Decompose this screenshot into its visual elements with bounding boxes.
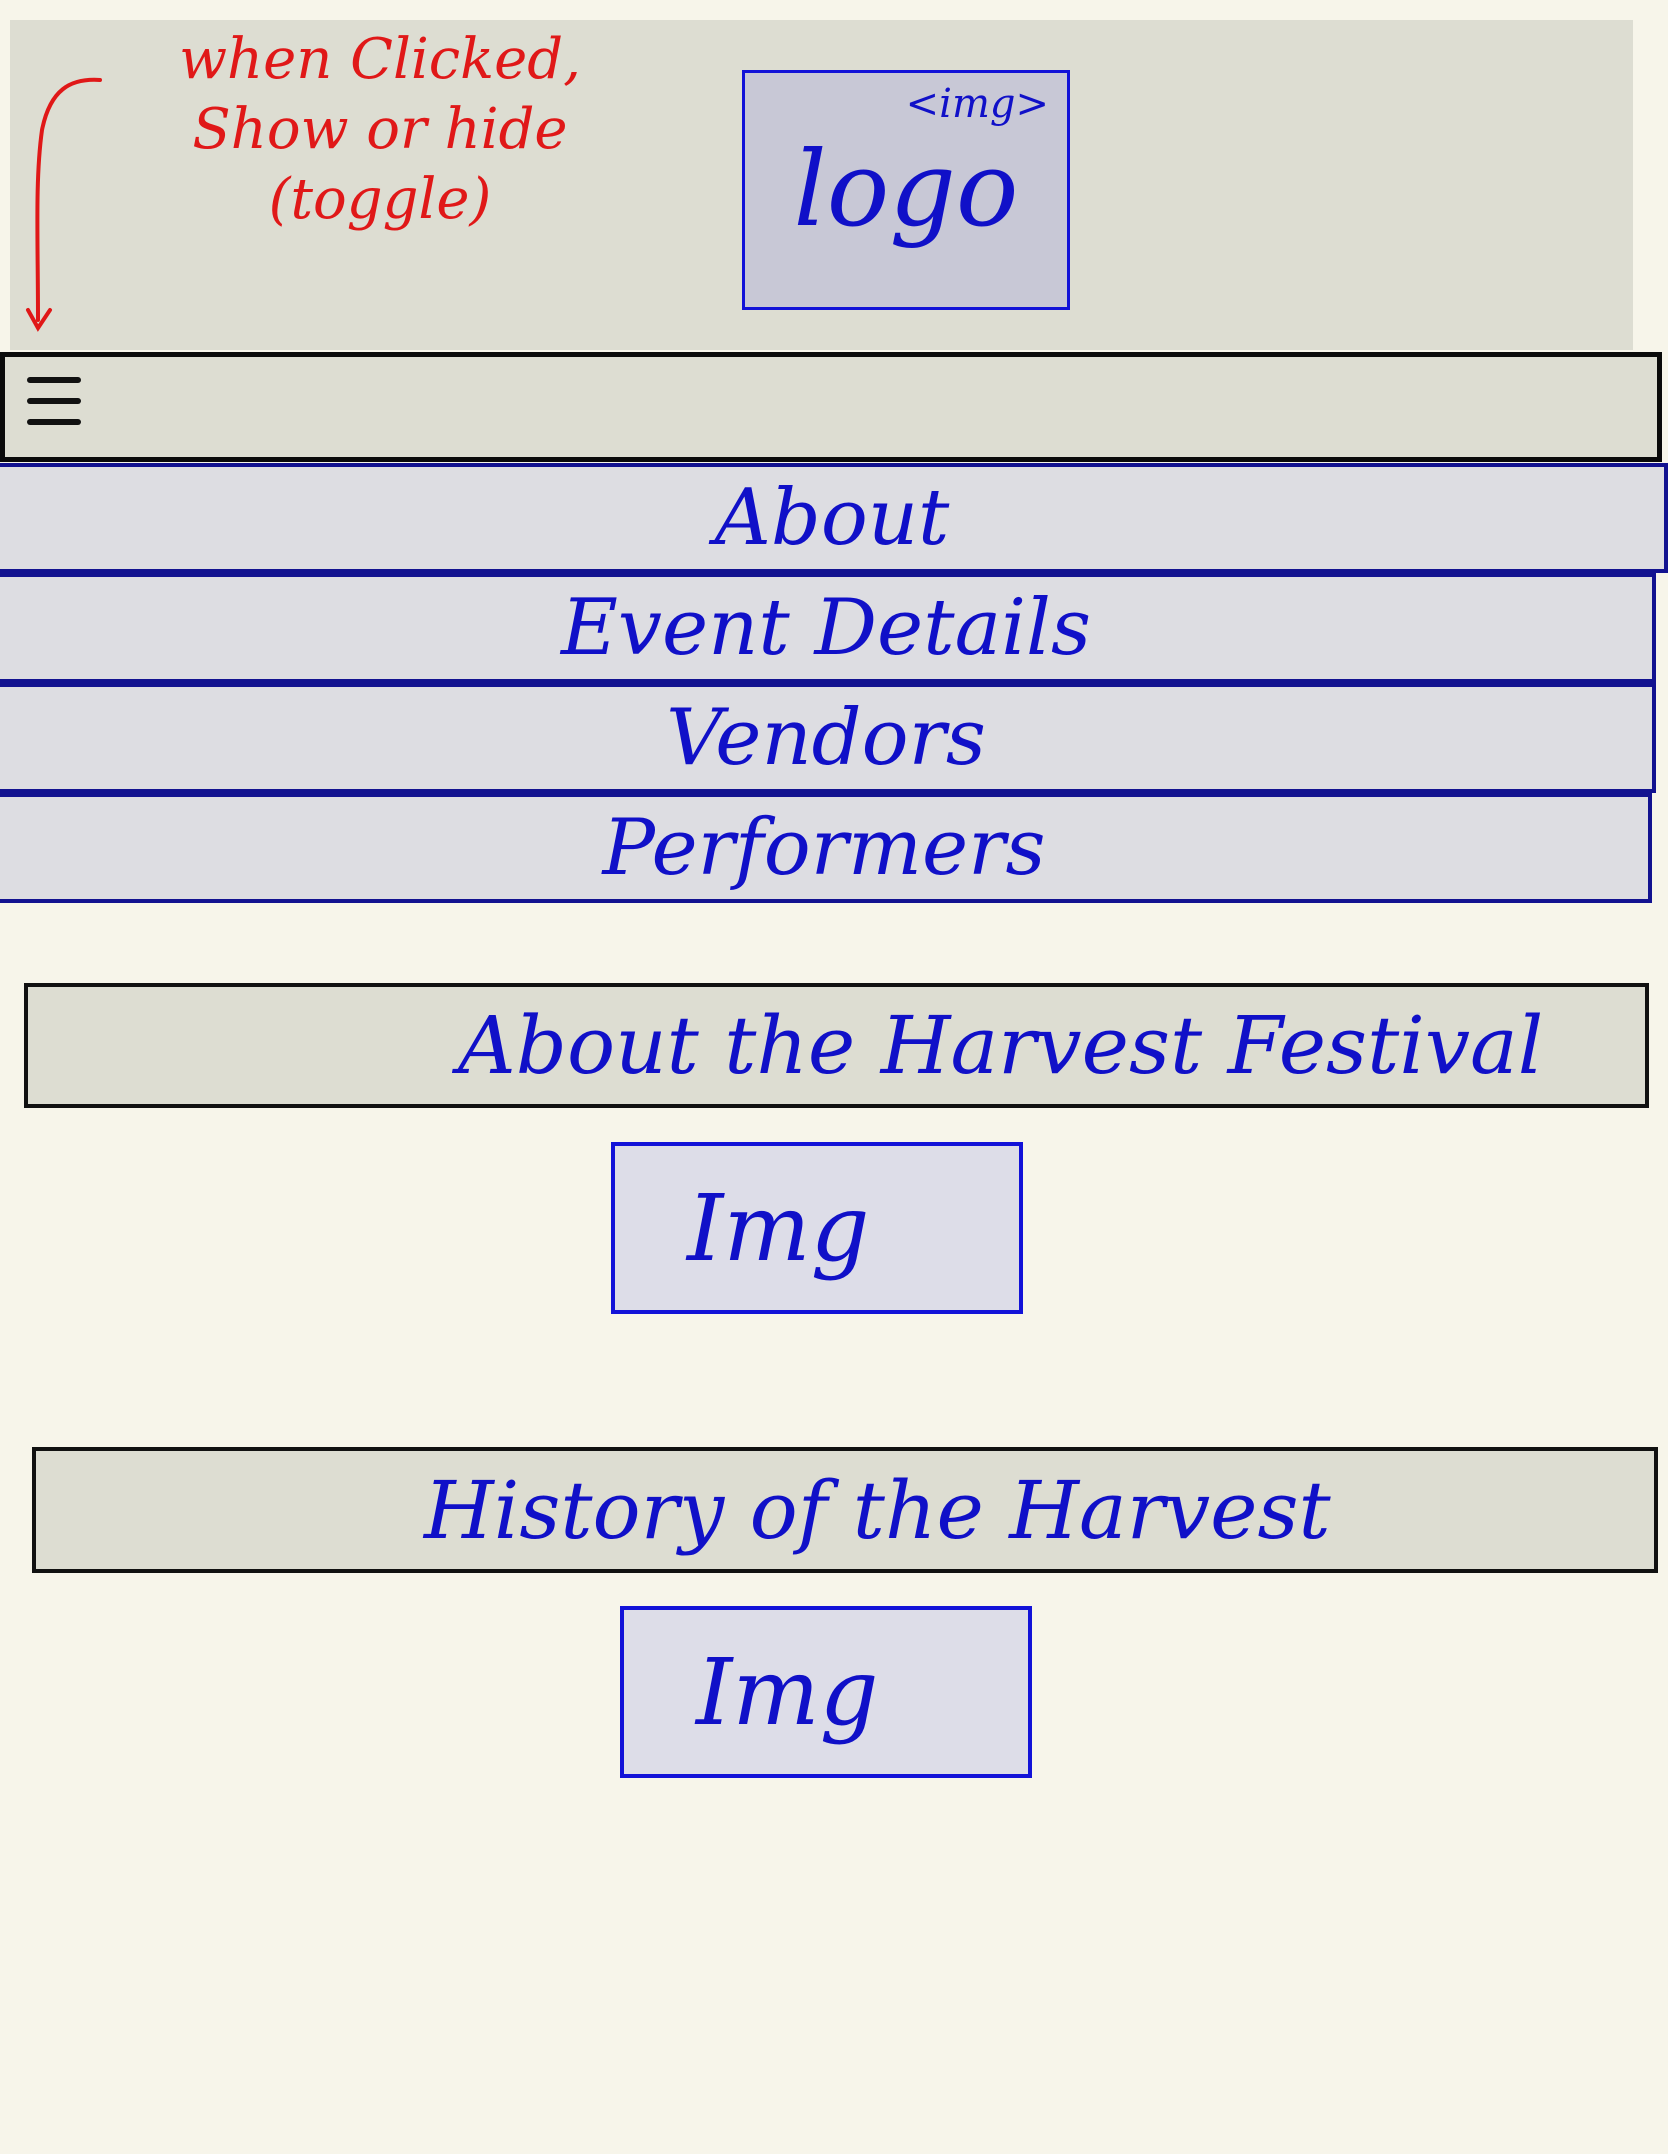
- image-placeholder: Img: [611, 1142, 1023, 1314]
- section-heading-about: About the Harvest Festival: [24, 983, 1649, 1108]
- nav-item-performers[interactable]: Performers: [0, 793, 1652, 903]
- toggle-annotation: when Clicked, Show or hide (toggle): [179, 27, 581, 232]
- menu-bar: [0, 352, 1662, 462]
- logo-tag-label: <img>: [905, 81, 1049, 127]
- image-placeholder: Img: [620, 1606, 1032, 1778]
- logo-placeholder: <img> logo: [742, 70, 1070, 310]
- nav-item-vendors[interactable]: Vendors: [0, 683, 1656, 793]
- section-heading-history: History of the Harvest: [32, 1447, 1658, 1573]
- hamburger-icon[interactable]: [27, 377, 87, 441]
- nav-item-event-details[interactable]: Event Details: [0, 573, 1656, 683]
- nav-item-about[interactable]: About: [0, 463, 1668, 573]
- logo-label: logo: [793, 128, 1019, 250]
